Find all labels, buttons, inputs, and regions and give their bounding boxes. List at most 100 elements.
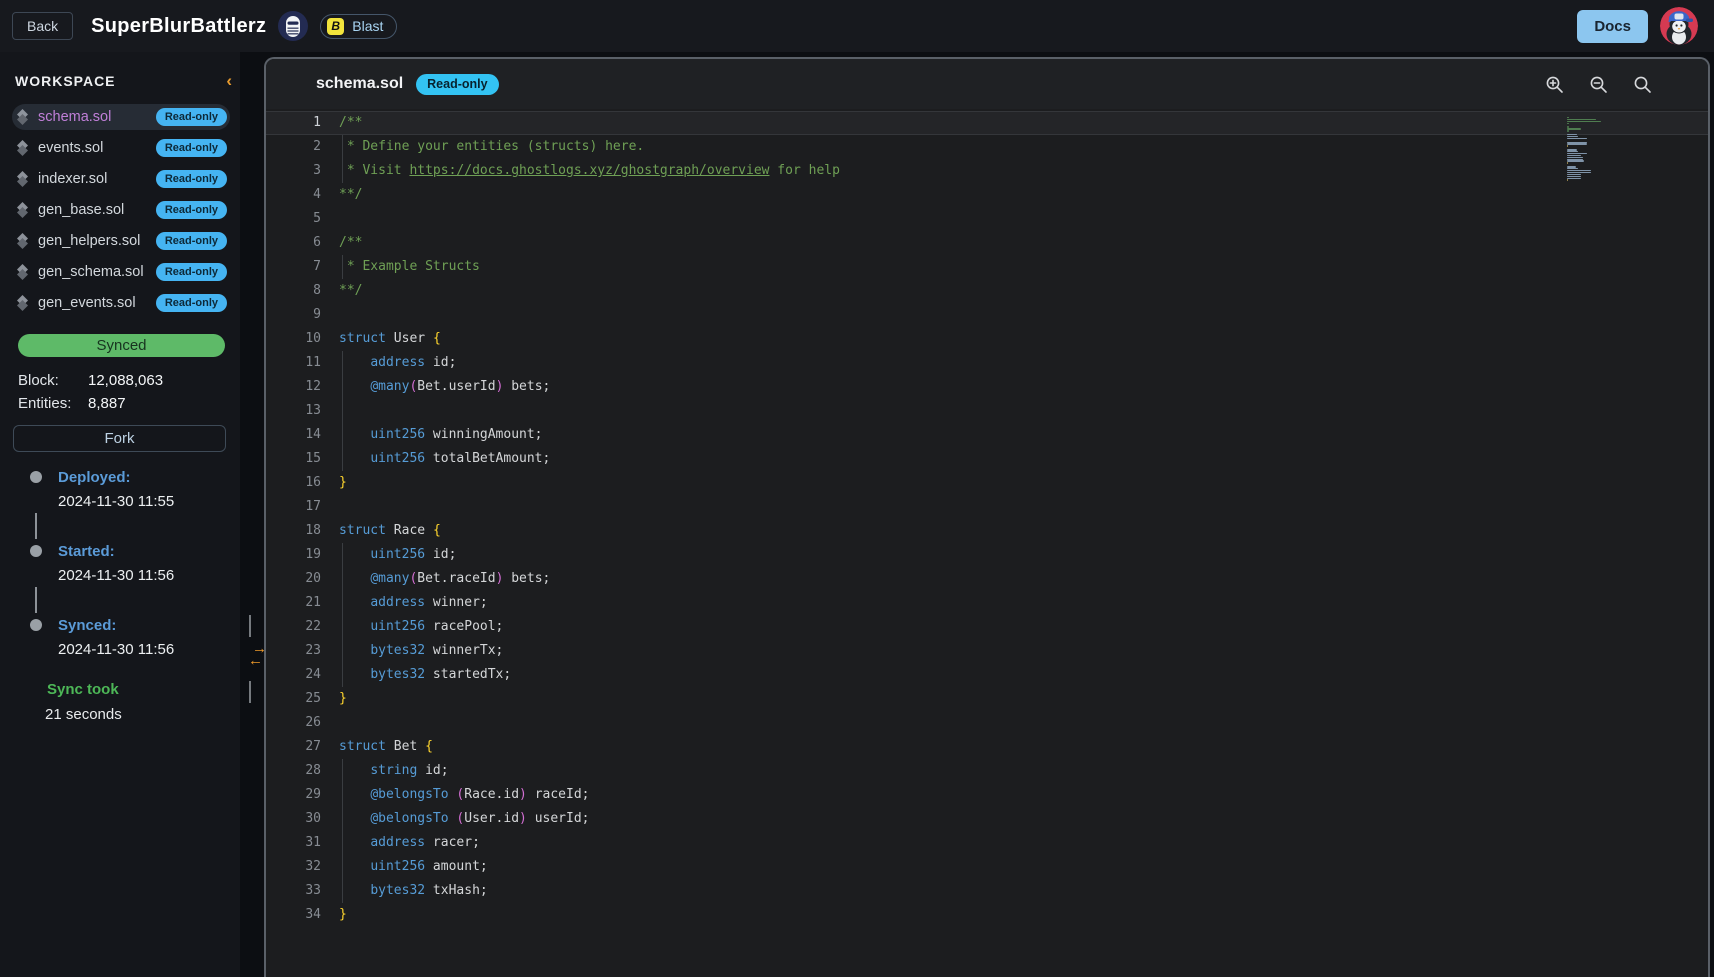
line-number: 3: [266, 159, 321, 183]
code-token: [339, 835, 370, 850]
code-text: @belongsTo (User.id) userId;: [339, 807, 590, 831]
file-list: schema.solRead-onlyevents.solRead-onlyin…: [0, 104, 240, 316]
file-name: gen_base.sol: [38, 202, 124, 218]
sidebar: WORKSPACE ‹ schema.solRead-onlyevents.so…: [0, 52, 240, 977]
solidity-file-icon: [16, 109, 29, 125]
line-number: 22: [266, 615, 321, 639]
code-line-12: 12 @many(Bet.userId) bets;: [266, 375, 1708, 399]
code-token: address: [370, 355, 425, 370]
file-item-gen-base-sol[interactable]: gen_base.sol Read-only: [12, 197, 230, 223]
code-token: [339, 451, 370, 466]
code-line-15: 15 uint256 totalBetAmount;: [266, 447, 1708, 471]
code-text: **/: [339, 279, 362, 303]
code-text: }: [339, 471, 347, 495]
readonly-badge: Read-only: [156, 232, 227, 250]
stat-label: Entities:: [18, 392, 88, 415]
code-token: }: [339, 907, 347, 922]
readonly-badge: Read-only: [156, 108, 227, 126]
code-token: userId;: [527, 811, 590, 826]
file-item-gen-events-sol[interactable]: gen_events.solRead-only: [12, 290, 230, 316]
code-token: [339, 763, 370, 778]
collapse-left-arrow-icon[interactable]: ←: [248, 655, 263, 667]
line-number: 11: [266, 351, 321, 375]
readonly-badge: Read-only: [156, 201, 227, 219]
docs-link[interactable]: https://docs.ghostlogs.xyz/ghostgraph/ov…: [409, 163, 769, 178]
code-text: @many(Bet.userId) bets;: [339, 375, 550, 399]
code-token: bytes32: [370, 643, 425, 658]
line-number: 14: [266, 423, 321, 447]
stat-value: 12,088,063: [88, 372, 163, 389]
code-line-32: 32 uint256 amount;: [266, 855, 1708, 879]
user-avatar[interactable]: [1660, 7, 1698, 45]
minimap[interactable]: [1567, 117, 1607, 181]
timeline-label: Deployed:: [58, 469, 131, 486]
file-item-gen-schema-sol[interactable]: gen_schema.solRead-only: [12, 259, 230, 285]
code-token: **/: [339, 187, 362, 202]
search-icon[interactable]: [1633, 75, 1652, 94]
code-token: * Visit: [339, 163, 409, 178]
code-area[interactable]: 1/**2 * Define your entities (structs) h…: [266, 111, 1708, 927]
code-line-17: 17: [266, 495, 1708, 519]
code-token: uint256: [370, 427, 425, 442]
sidebar-resize-handle[interactable]: → ←: [242, 615, 268, 703]
code-text: struct Race {: [339, 519, 441, 543]
code-text: /**: [339, 231, 362, 255]
line-number: 20: [266, 567, 321, 591]
minimap-line: [1567, 179, 1568, 180]
minimap-line: [1567, 155, 1581, 156]
file-item-gen-helpers-sol[interactable]: gen_helpers.solRead-only: [12, 228, 230, 254]
minimap-line: [1567, 162, 1568, 163]
code-token: @belongsTo: [370, 787, 448, 802]
timeline-timestamp: 2024-11-30 11:56: [0, 567, 240, 583]
line-number: 19: [266, 543, 321, 567]
code-token: uint256: [370, 859, 425, 874]
file-item-schema-sol[interactable]: schema.sol Read-only: [12, 104, 230, 130]
line-number: 12: [266, 375, 321, 399]
minimap-line: [1567, 123, 1569, 124]
file-item-indexer-sol[interactable]: indexer.solRead-only: [12, 166, 230, 192]
code-token: amount;: [425, 859, 488, 874]
line-number: 18: [266, 519, 321, 543]
line-number: 27: [266, 735, 321, 759]
line-number: 21: [266, 591, 321, 615]
back-button[interactable]: Back: [12, 12, 73, 40]
code-line-7: 7 * Example Structs: [266, 255, 1708, 279]
code-token: uint256: [370, 547, 425, 562]
code-text: /**: [339, 111, 362, 135]
solidity-file-icon: [16, 171, 29, 187]
code-token: id;: [425, 547, 456, 562]
minimap-line: [1567, 130, 1569, 131]
code-line-22: 22 uint256 racePool;: [266, 615, 1708, 639]
zoom-out-icon[interactable]: [1589, 75, 1608, 94]
ghost-logo-icon: [278, 11, 308, 41]
code-line-31: 31 address racer;: [266, 831, 1708, 855]
code-line-29: 29 @belongsTo (Race.id) raceId;: [266, 783, 1708, 807]
collapse-sidebar-icon[interactable]: ‹: [226, 74, 232, 88]
docs-button[interactable]: Docs: [1577, 10, 1648, 43]
code-token: address: [370, 595, 425, 610]
solidity-file-icon: [16, 264, 29, 280]
code-token: bytes32: [370, 883, 425, 898]
zoom-in-icon[interactable]: [1545, 75, 1564, 94]
minimap-line: [1567, 145, 1568, 146]
file-name: schema.sol: [38, 109, 111, 125]
code-text: bytes32 startedTx;: [339, 663, 511, 687]
code-token: @many: [370, 571, 409, 586]
line-number: 13: [266, 399, 321, 423]
file-item-events-sol[interactable]: events.solRead-only: [12, 135, 230, 161]
timeline-label: Started:: [58, 543, 115, 560]
solidity-file-icon: [16, 202, 29, 218]
code-token: ): [519, 811, 527, 826]
timeline-timestamp: 2024-11-30 11:55: [0, 493, 240, 509]
code-token: * Example Structs: [339, 259, 480, 274]
readonly-badge: Read-only: [156, 139, 227, 157]
fork-button[interactable]: Fork: [13, 425, 226, 452]
code-token: Race: [386, 523, 433, 538]
synced-status-button[interactable]: Synced: [18, 334, 225, 357]
code-text: uint256 id;: [339, 543, 456, 567]
code-token: winner;: [425, 595, 488, 610]
code-token: * Define your entities (structs) here.: [339, 139, 644, 154]
code-line-10: 10struct User {: [266, 327, 1708, 351]
line-number: 17: [266, 495, 321, 519]
code-line-23: 23 bytes32 winnerTx;: [266, 639, 1708, 663]
